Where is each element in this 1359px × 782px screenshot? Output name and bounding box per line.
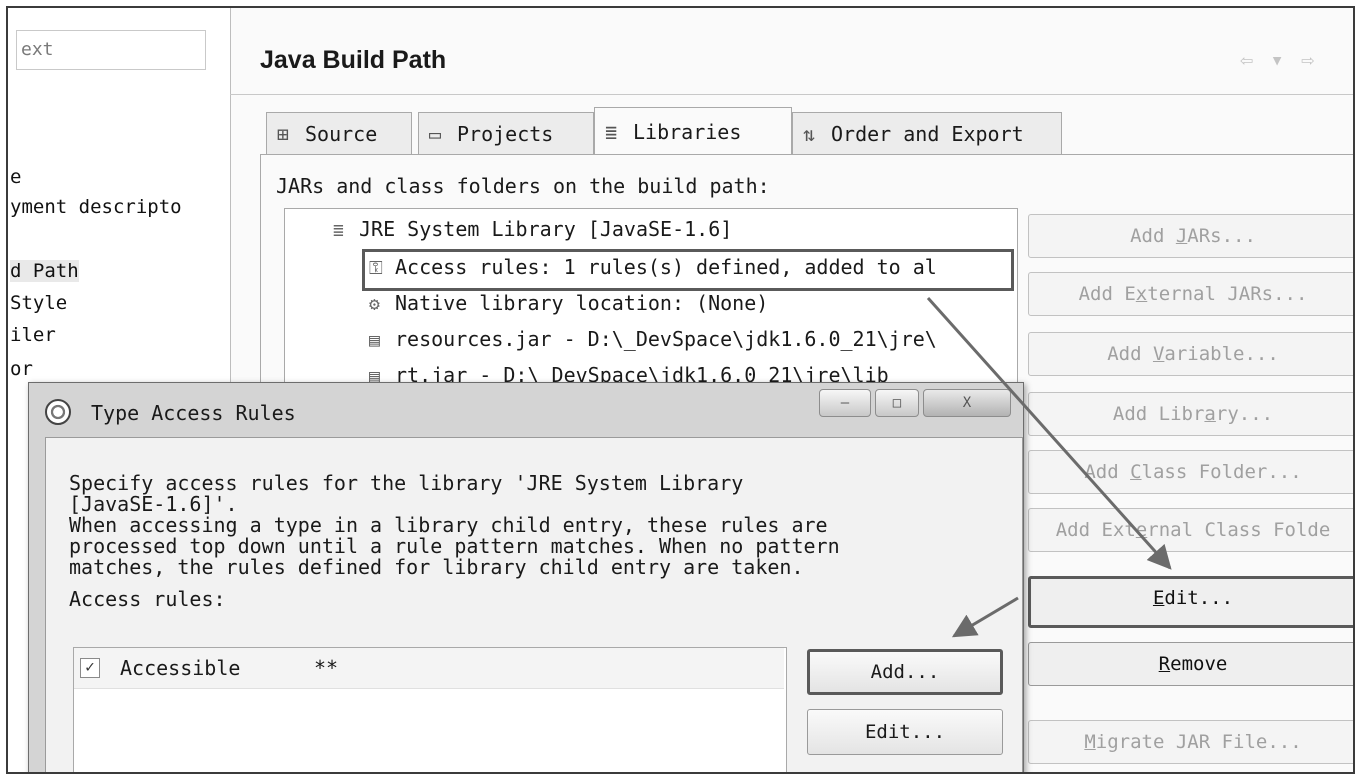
tab-label: Source — [305, 122, 378, 146]
eclipse-properties-window: ext e yment descripto d Path Style iler … — [6, 6, 1355, 774]
tree-item-jar[interactable]: ▤ resources.jar - D:\_DevSpace\jdk1.6.0_2… — [369, 327, 937, 351]
edit-button[interactable]: Edit... — [1028, 576, 1353, 628]
remove-button[interactable]: Remove — [1028, 642, 1353, 686]
maximize-button[interactable]: □ — [875, 389, 919, 417]
libraries-icon: ≣ — [605, 120, 618, 144]
source-folder-icon: ⊞ — [277, 122, 290, 146]
dialog-gear-icon — [45, 399, 71, 425]
add-library-button[interactable]: Add Library... — [1028, 392, 1353, 436]
library-icon: ≣ — [333, 220, 344, 241]
tree-item-jre-library[interactable]: ≣ JRE System Library [JavaSE-1.6] — [333, 217, 732, 241]
nav-item[interactable]: yment descripto — [10, 196, 182, 218]
tree-item-label: JRE System Library [JavaSE-1.6] — [359, 217, 733, 241]
tab-label: Order and Export — [831, 122, 1024, 146]
type-access-rules-dialog: Type Access Rules — □ X Specify access r… — [28, 382, 1024, 772]
nav-item[interactable]: Style — [10, 292, 67, 314]
title-divider — [230, 94, 1353, 95]
access-rules-highlight — [362, 249, 1014, 291]
dialog-description: Specify access rules for the library 'JR… — [69, 471, 840, 579]
tab-label: Libraries — [633, 120, 742, 144]
tab-label: Projects — [457, 122, 554, 146]
close-button[interactable]: X — [923, 389, 1011, 417]
access-rules-label: Access rules: — [69, 587, 226, 611]
page-title: Java Build Path — [260, 46, 447, 74]
add-external-class-folder-button[interactable]: Add External Class Folde — [1028, 508, 1353, 552]
list-item[interactable]: ✓ Accessible ** — [74, 648, 784, 689]
tree-item-label: Native library location: (None) — [395, 291, 769, 315]
add-jars-button[interactable]: Add JARs... — [1028, 214, 1353, 258]
projects-folder-icon: ▭ — [429, 122, 442, 146]
add-external-jars-button[interactable]: Add External JARs... — [1028, 272, 1353, 316]
edit-rule-button[interactable]: Edit... — [807, 709, 1003, 755]
tab-order-and-export[interactable]: ⇅ Order and Export — [792, 112, 1062, 154]
checkmark-icon[interactable]: ✓ — [80, 658, 100, 678]
nav-item[interactable]: iler — [10, 324, 56, 346]
migrate-jar-file-button[interactable]: Migrate JAR File... — [1028, 720, 1353, 764]
add-variable-button[interactable]: Add Variable... — [1028, 332, 1353, 376]
tree-item-label: resources.jar - D:\_DevSpace\jdk1.6.0_21… — [395, 327, 937, 351]
order-export-icon: ⇅ — [803, 122, 816, 146]
add-class-folder-button[interactable]: Add Class Folder... — [1028, 450, 1353, 494]
filter-input[interactable]: ext — [16, 30, 206, 70]
native-library-icon: ⚙ — [369, 294, 380, 315]
rule-pattern: ** — [314, 656, 339, 680]
nav-item[interactable]: or — [10, 358, 33, 380]
nav-item[interactable]: e — [10, 166, 21, 188]
dialog-title: Type Access Rules — [91, 401, 296, 425]
add-rule-button[interactable]: Add... — [807, 649, 1003, 695]
rule-kind: Accessible — [120, 656, 241, 680]
access-rules-list[interactable]: ✓ Accessible ** — [73, 647, 787, 772]
jar-icon: ▤ — [369, 330, 380, 351]
history-nav-arrows[interactable]: ⇦ ▾ ⇨ — [1240, 48, 1316, 73]
nav-item-build-path[interactable]: d Path — [10, 260, 79, 282]
tab-projects[interactable]: ▭ Projects — [418, 112, 594, 154]
tree-item-native-library[interactable]: ⚙ Native library location: (None) — [369, 291, 768, 315]
tab-libraries[interactable]: ≣ Libraries — [594, 107, 792, 155]
panel-label: JARs and class folders on the build path… — [276, 174, 770, 198]
tab-source[interactable]: ⊞ Source — [266, 112, 412, 154]
minimize-button[interactable]: — — [819, 389, 871, 417]
